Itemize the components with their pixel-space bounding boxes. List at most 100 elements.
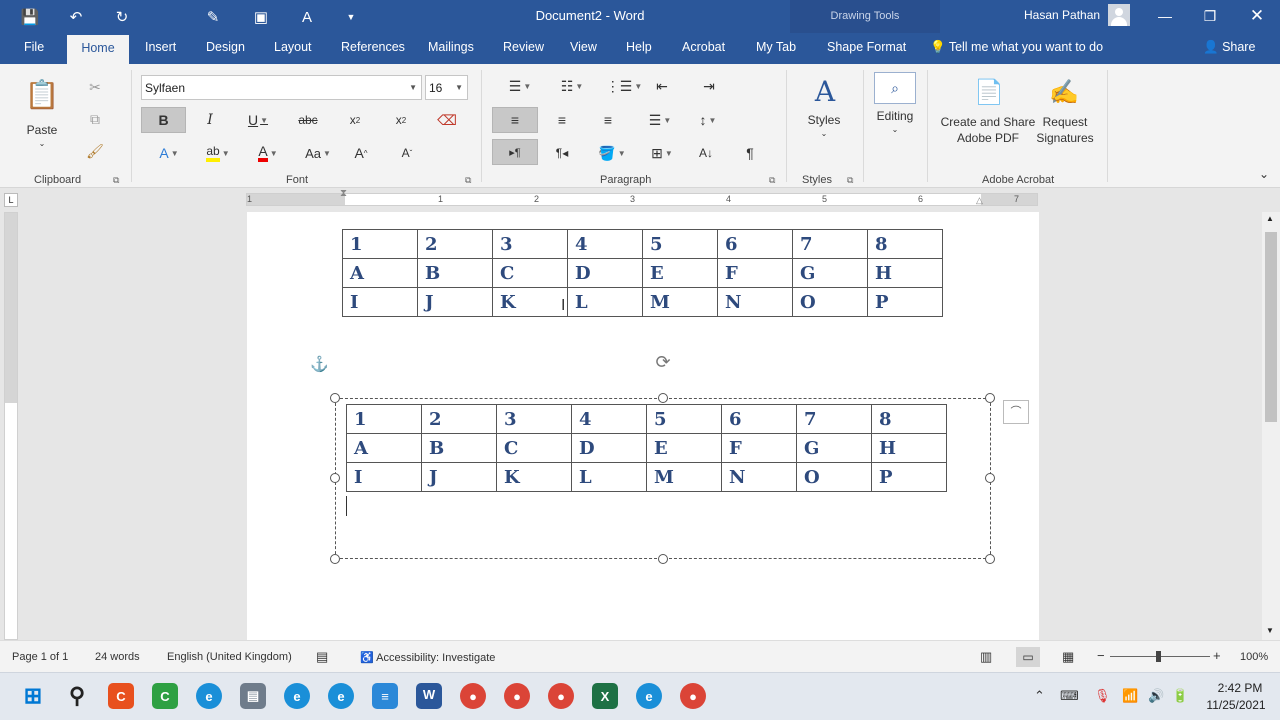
table-cell[interactable]: F [717, 258, 793, 288]
bold-button[interactable]: B [141, 107, 186, 133]
tab-review[interactable]: Review [503, 40, 544, 54]
chrome-icon[interactable]: ● [680, 683, 706, 709]
numbering-button[interactable]: ☷ ▼ [552, 74, 592, 98]
resize-handle[interactable] [658, 393, 668, 403]
battery-icon[interactable]: 🔋 [1172, 688, 1188, 704]
grow-font-icon[interactable]: A ^ [348, 140, 374, 166]
italic-button[interactable]: I [198, 107, 222, 133]
table-cell[interactable]: J [417, 287, 493, 317]
chevron-up-icon[interactable]: ⌃ [1034, 688, 1045, 704]
clock-time[interactable]: 2:42 PM [1208, 681, 1272, 695]
table-cell[interactable]: O [792, 287, 868, 317]
table-cell[interactable]: I [346, 462, 422, 492]
text-effects-button[interactable]: A ▼ [151, 140, 187, 166]
table-cell[interactable]: 4 [571, 404, 647, 434]
table-cell[interactable]: I [342, 287, 418, 317]
resize-handle[interactable] [985, 393, 995, 403]
decrease-indent-icon[interactable]: ⇤ [650, 74, 674, 98]
edge-icon[interactable]: e [284, 683, 310, 709]
create-share-pdf-line1[interactable]: Create and Share [936, 114, 1040, 129]
share-button[interactable]: 👤 Share [1203, 40, 1255, 55]
scroll-down-icon[interactable]: ▼ [1266, 626, 1274, 635]
tab-design[interactable]: Design [206, 40, 245, 54]
borders-button[interactable]: ⊞ ▼ [644, 140, 680, 166]
ltr-text-button[interactable]: ▸¶ [492, 139, 538, 165]
table-cell[interactable]: E [646, 433, 722, 463]
table-cell[interactable]: B [417, 258, 493, 288]
edge-icon[interactable]: e [196, 683, 222, 709]
table-cell[interactable]: 5 [646, 404, 722, 434]
table-cell[interactable]: 1 [346, 404, 422, 434]
microphone-icon[interactable]: 🎙 [1094, 688, 1111, 704]
speaker-icon[interactable]: 🔊 [1148, 688, 1164, 704]
table-cell[interactable]: 7 [796, 404, 872, 434]
resize-handle[interactable] [330, 554, 340, 564]
styles-icon[interactable]: A [808, 74, 842, 108]
styles-button[interactable]: Styles [798, 112, 850, 128]
clear-formatting-icon[interactable]: ⌫ [432, 107, 462, 133]
styles-dropdown-icon[interactable]: ⌄ [818, 128, 830, 138]
paste-icon[interactable]: 📋 [22, 72, 62, 116]
table-cell[interactable]: 3 [496, 404, 572, 434]
start-icon[interactable]: ⊞ [20, 683, 46, 709]
scrollbar-thumb[interactable] [1265, 232, 1277, 422]
rtl-text-button[interactable]: ¶◂ [550, 140, 574, 166]
bullets-button[interactable]: ☰ ▼ [500, 74, 540, 98]
clipboard-launcher-icon[interactable]: ⧉ [113, 175, 119, 186]
word-count[interactable]: 24 words [95, 651, 140, 663]
font-size-field[interactable]: 16 ▼ [425, 75, 468, 100]
table-cell[interactable]: B [421, 433, 497, 463]
shading-button[interactable]: 🪣 ▼ [594, 140, 630, 166]
tab-selector-icon[interactable]: L [4, 193, 18, 207]
edge-icon[interactable]: e [328, 683, 354, 709]
subscript-button[interactable]: x2 [340, 107, 370, 133]
tab-shape-format[interactable]: Shape Format [827, 40, 906, 54]
multilevel-list-button[interactable]: ⋮☰ ▼ [604, 74, 644, 98]
print-layout-icon[interactable]: ▭ [1016, 647, 1040, 667]
superscript-button[interactable]: x2 [386, 107, 416, 133]
zoom-level[interactable]: 100% [1240, 651, 1268, 663]
table-cell[interactable]: H [867, 258, 943, 288]
chrome-icon[interactable]: ● [504, 683, 530, 709]
document-page[interactable]: 12345678ABCDEFGHIJKLMNOP I ⚓ ⟳ 12345678A… [247, 212, 1039, 640]
table-cell[interactable]: 6 [717, 229, 793, 259]
app-icon-green[interactable]: C [152, 683, 178, 709]
table-cell[interactable]: N [721, 462, 797, 492]
chrome-icon[interactable]: ● [548, 683, 574, 709]
tell-me-search[interactable]: 💡 Tell me what you want to do [930, 40, 1103, 55]
table-cell[interactable]: M [646, 462, 722, 492]
table-cell[interactable]: G [792, 258, 868, 288]
table-2[interactable]: 12345678ABCDEFGHIJKLMNOP [346, 404, 947, 492]
layout-options-icon[interactable]: ⌒ [1003, 400, 1029, 424]
styles-launcher-icon[interactable]: ⧉ [847, 175, 853, 186]
zoom-out-button[interactable]: − [1097, 648, 1105, 663]
search-icon[interactable]: ⚲ [64, 683, 90, 709]
align-center-button[interactable]: ≡ [550, 107, 574, 133]
sort-icon[interactable]: A↓ [694, 140, 718, 166]
table-cell[interactable]: H [871, 433, 947, 463]
table-cell[interactable]: L [567, 287, 643, 317]
keyboard-icon[interactable]: ⌨ [1060, 688, 1079, 704]
table-cell[interactable]: C [496, 433, 572, 463]
excel-icon[interactable]: X [592, 683, 618, 709]
request-signatures-icon[interactable]: ✍ [1046, 74, 1082, 110]
table-cell[interactable]: 8 [871, 404, 947, 434]
word-icon[interactable]: W [416, 683, 442, 709]
clock-date[interactable]: 11/25/2021 [1200, 698, 1272, 712]
printer-app-icon[interactable]: ▤ [240, 683, 266, 709]
line-spacing-button[interactable]: ↕ ▼ [690, 107, 726, 133]
tab-references[interactable]: References [341, 40, 405, 54]
create-pdf-icon[interactable]: 📄 [972, 74, 1006, 110]
app-icon-orange[interactable]: C [108, 683, 134, 709]
table-cell[interactable]: P [867, 287, 943, 317]
vertical-ruler[interactable] [4, 212, 18, 640]
tab-layout[interactable]: Layout [274, 40, 312, 54]
search-icon[interactable]: ⌕ [874, 72, 916, 104]
table-cell[interactable]: K [492, 287, 568, 317]
align-left-button[interactable]: ≡ [492, 107, 538, 133]
user-name[interactable]: Hasan Pathan [1024, 8, 1100, 22]
close-button[interactable]: ✕ [1246, 5, 1268, 27]
table-cell[interactable]: 6 [721, 404, 797, 434]
ruler-bar[interactable]: 1 1 2 3 4 5 6 7 ⧗ △ [246, 188, 1038, 206]
table-cell[interactable]: 4 [567, 229, 643, 259]
